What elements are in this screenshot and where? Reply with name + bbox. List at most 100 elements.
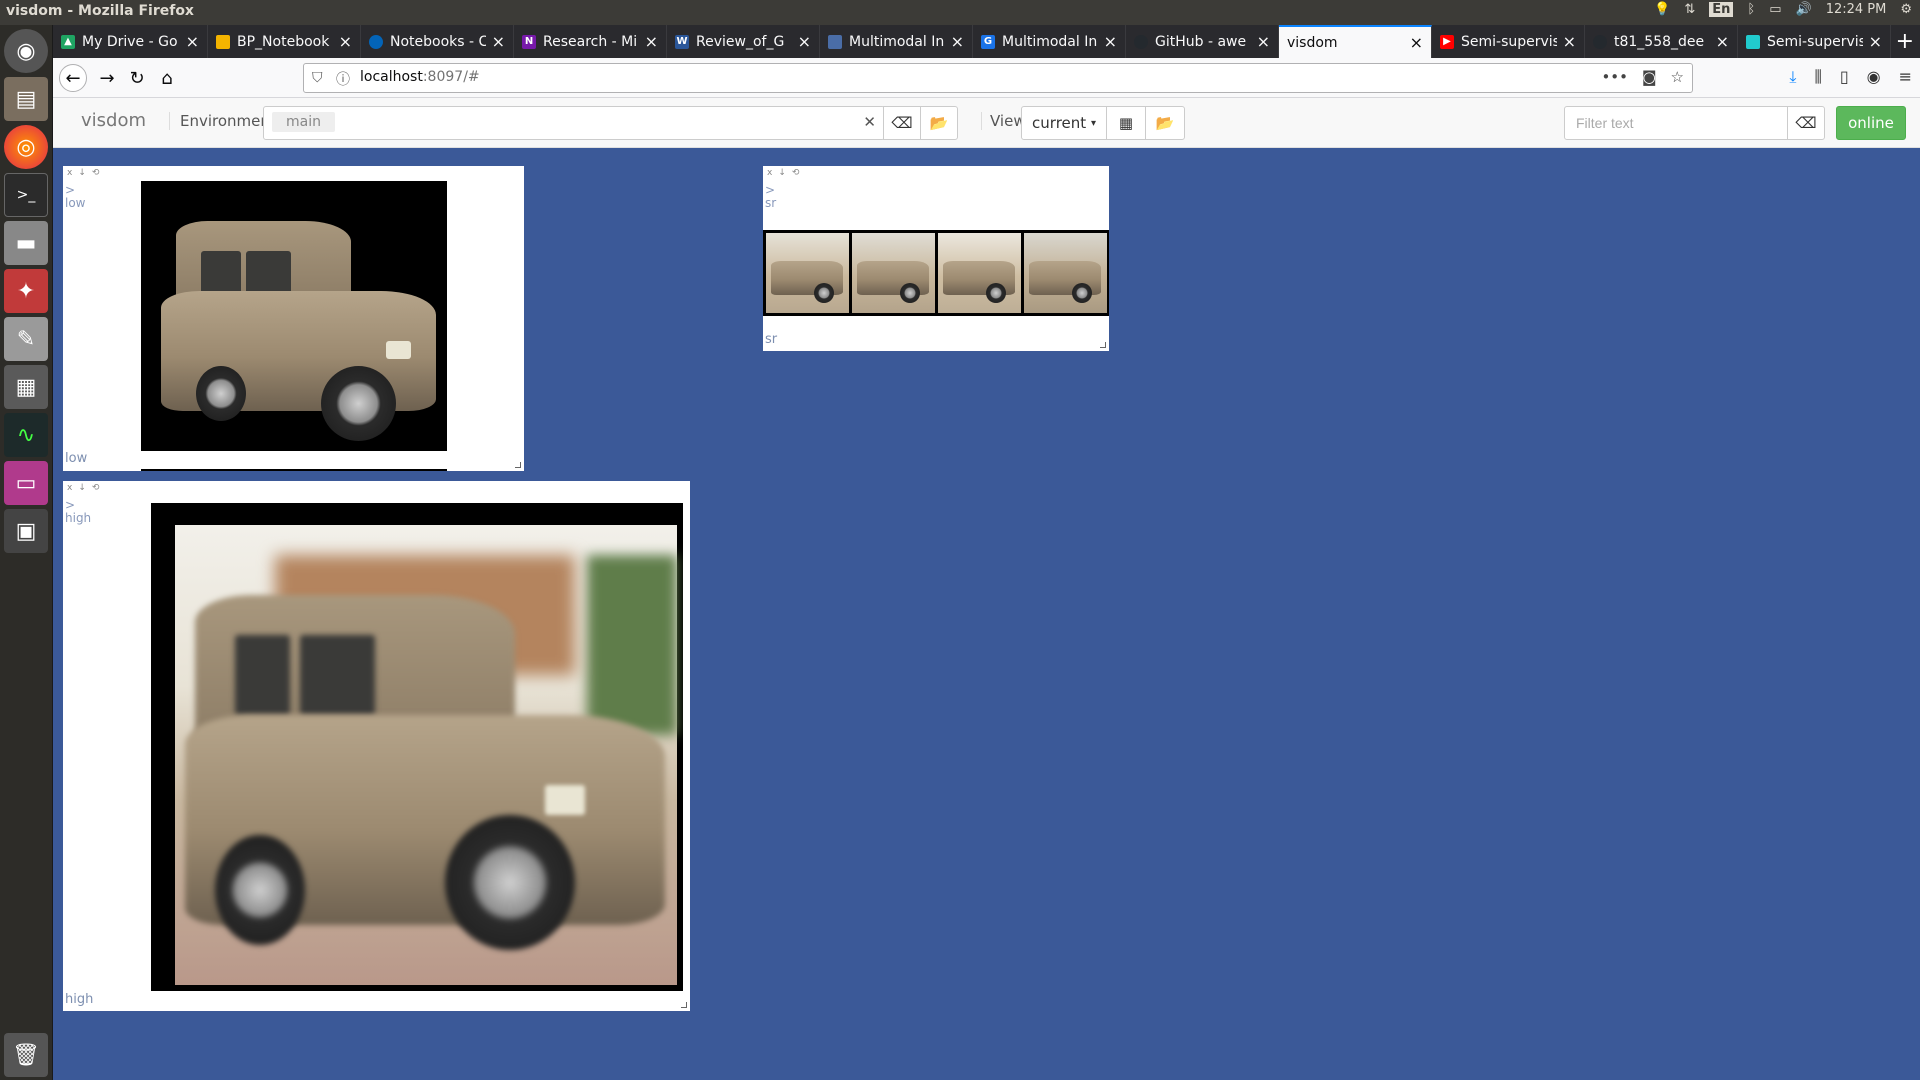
reset-icon[interactable]: ⟲	[92, 483, 100, 493]
folder-button[interactable]: 📂	[1145, 106, 1185, 140]
system-monitor-icon[interactable]: ∿	[4, 413, 48, 457]
browser-tab-bar: ▲ My Drive - Go × BP_Notebook × Notebooks -…	[53, 25, 1920, 58]
library-icon[interactable]: ⫼	[1814, 67, 1821, 87]
system-top-bar: visdom - Mozilla Firefox 💡 ⇅ En ᛒ ▭ 🔊 12…	[0, 0, 1920, 25]
view-select[interactable]: current ▾	[1021, 106, 1107, 140]
tab-active[interactable]: visdom ×	[1279, 25, 1432, 58]
tab[interactable]: Multimodal In ×	[820, 25, 973, 58]
page-actions-icon[interactable]: •••	[1601, 68, 1628, 86]
car-wheel	[986, 283, 1006, 303]
pane-prompt: > sr	[765, 183, 777, 210]
shield-icon[interactable]: ⛉	[312, 70, 323, 86]
grid-button[interactable]: ▦	[1106, 106, 1146, 140]
visdom-brand[interactable]: visdom	[81, 110, 146, 131]
tab[interactable]: W Review_of_G ×	[667, 25, 820, 58]
workspace-switcher-icon[interactable]: ▣	[4, 509, 48, 553]
files-icon[interactable]: ▤	[4, 77, 48, 121]
downloads-icon[interactable]: ⤓	[1789, 67, 1796, 87]
car-wheel	[445, 815, 575, 950]
google-drive-icon: ▲	[61, 34, 75, 49]
trash-icon[interactable]: 🗑	[4, 1033, 48, 1077]
tab[interactable]: G Multimodal In ×	[973, 25, 1126, 58]
drive-icon[interactable]: ▬	[4, 221, 48, 265]
pane-high[interactable]: x ↓ ⟲ > high high	[63, 481, 690, 1011]
forward-button[interactable]: →	[93, 64, 121, 92]
close-tab-icon[interactable]: ×	[645, 32, 658, 51]
network-icon[interactable]: ⇅	[1684, 2, 1695, 17]
close-tab-icon[interactable]: ×	[1104, 32, 1117, 51]
resize-handle[interactable]	[681, 1002, 687, 1008]
bookmark-star-icon[interactable]: ☆	[1671, 68, 1684, 86]
ubuntu-launcher: ◉ ▤ ◎ >_ ▬ ✦ ✎ ▦ ∿ ▭ ▣ 🗑	[0, 25, 53, 1080]
tab[interactable]: Notebooks - C ×	[361, 25, 514, 58]
bluetooth-icon[interactable]: ᛒ	[1747, 2, 1755, 17]
reset-icon[interactable]: ⟲	[792, 168, 800, 178]
close-tab-icon[interactable]: ×	[339, 32, 352, 51]
folder-button[interactable]: 📂	[920, 106, 958, 140]
car-window	[235, 635, 290, 715]
resize-handle[interactable]	[515, 462, 521, 468]
close-tab-icon[interactable]: ×	[1869, 32, 1882, 51]
car-window	[201, 251, 241, 296]
close-tab-icon[interactable]: ×	[186, 32, 199, 51]
online-status-button[interactable]: online	[1836, 106, 1906, 140]
menu-icon[interactable]: ≡	[1899, 67, 1912, 87]
tab[interactable]: ▶ Semi-supervis ×	[1432, 25, 1585, 58]
close-tab-icon[interactable]: ×	[492, 32, 505, 51]
reload-button[interactable]: ↻	[123, 64, 151, 92]
close-icon[interactable]: x	[767, 168, 772, 178]
close-icon[interactable]: x	[67, 483, 72, 493]
tab[interactable]: t81_558_dee ×	[1585, 25, 1738, 58]
calculator-icon[interactable]: ▦	[4, 365, 48, 409]
new-tab-button[interactable]: +	[1896, 29, 1914, 54]
app-icon[interactable]: ▭	[4, 461, 48, 505]
home-button[interactable]: ⌂	[153, 64, 181, 92]
battery-icon[interactable]: ▭	[1769, 2, 1781, 17]
info-icon[interactable]: ⓘ	[336, 69, 350, 89]
firefox-icon[interactable]: ◎	[4, 125, 48, 169]
close-tab-icon[interactable]: ×	[798, 32, 811, 51]
system-tray: 💡 ⇅ En ᛒ ▭ 🔊 12:24 PM ⚙	[1654, 2, 1912, 17]
volume-icon[interactable]: 🔊	[1796, 2, 1812, 17]
clear-icon[interactable]: ✕	[863, 113, 876, 131]
reset-icon[interactable]: ⟲	[92, 168, 100, 178]
account-icon[interactable]: ◉	[1867, 67, 1881, 87]
filter-input[interactable]	[1564, 106, 1788, 140]
settings-icon[interactable]: ✦	[4, 269, 48, 313]
eraser-button[interactable]: ⌫	[883, 106, 921, 140]
download-icon[interactable]: ↓	[78, 168, 86, 178]
pane-low[interactable]: x ↓ ⟲ > low low	[63, 166, 524, 471]
car-thumbnail	[766, 233, 849, 313]
tab[interactable]: N Research - Mi ×	[514, 25, 667, 58]
close-tab-icon[interactable]: ×	[1257, 32, 1270, 51]
tab[interactable]: Semi-supervis ×	[1738, 25, 1891, 58]
ubuntu-dash-icon[interactable]: ◉	[4, 29, 48, 73]
tab[interactable]: GitHub - awe ×	[1126, 25, 1279, 58]
idea-icon[interactable]: 💡	[1654, 2, 1670, 17]
pane-sr[interactable]: x ↓ ⟲ > sr sr	[763, 166, 1109, 351]
close-icon[interactable]: x	[67, 168, 72, 178]
pocket-icon[interactable]: ◙	[1642, 68, 1657, 86]
back-button[interactable]: ←	[59, 64, 87, 92]
close-tab-icon[interactable]: ×	[951, 32, 964, 51]
terminal-icon[interactable]: >_	[4, 173, 48, 217]
close-tab-icon[interactable]: ×	[1716, 32, 1729, 51]
clear-filter-button[interactable]: ⌫	[1787, 106, 1825, 140]
tab[interactable]: BP_Notebook ×	[208, 25, 361, 58]
keyboard-layout[interactable]: En	[1709, 2, 1734, 17]
tab[interactable]: ▲ My Drive - Go ×	[53, 25, 208, 58]
clock[interactable]: 12:24 PM	[1826, 2, 1887, 17]
close-tab-icon[interactable]: ×	[1410, 33, 1423, 52]
download-icon[interactable]: ↓	[778, 168, 786, 178]
url-text[interactable]: localhost:8097/#	[360, 69, 480, 85]
close-tab-icon[interactable]: ×	[1563, 32, 1576, 51]
environment-chip[interactable]: main	[272, 112, 335, 132]
sidebar-icon[interactable]: ▯	[1840, 67, 1849, 87]
pane-prompt: > low	[65, 183, 86, 210]
environment-selector[interactable]: main ✕	[263, 106, 885, 140]
download-icon[interactable]: ↓	[78, 483, 86, 493]
url-bar[interactable]: ⛉ ⓘ localhost:8097/# ••• ◙ ☆	[303, 63, 1693, 93]
resize-handle[interactable]	[1100, 342, 1106, 348]
gear-icon[interactable]: ⚙	[1900, 2, 1912, 17]
text-editor-icon[interactable]: ✎	[4, 317, 48, 361]
